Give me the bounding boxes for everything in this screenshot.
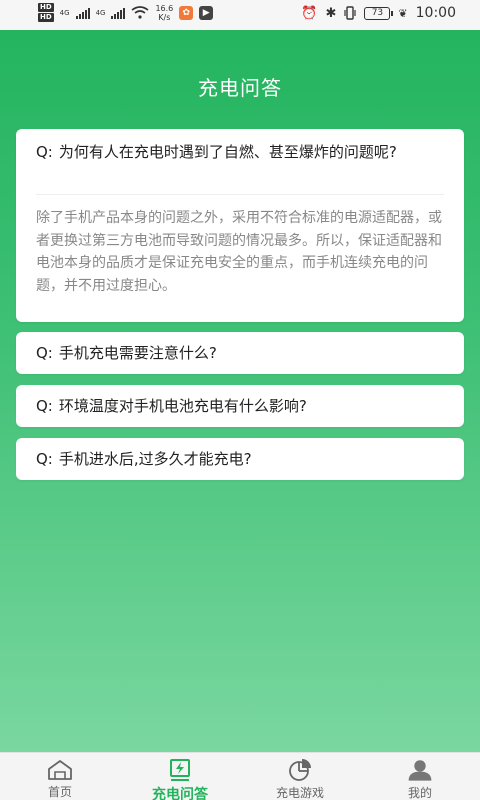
nav-label: 我的 <box>407 786 432 800</box>
faq-question[interactable]: Q: 手机充电需要注意什么? <box>16 332 464 374</box>
faq-card[interactable]: Q: 手机充电需要注意什么? <box>16 332 464 374</box>
charge-qa-icon <box>167 758 193 782</box>
status-bar: HD HD 4G 4G 16.6 K/s ✿ ▶ ⏰ ✱ 73 ❦ 10:00 <box>0 0 480 30</box>
network-type-2: 4G <box>95 8 106 17</box>
hd-bottom-label: HD <box>38 13 54 22</box>
question-prefix: Q: <box>36 397 53 415</box>
nav-item-charge-qa[interactable]: 充电问答 <box>120 753 240 800</box>
question-prefix: Q: <box>36 344 53 362</box>
bottom-nav: 首页 充电问答 充电游戏 我的 <box>0 752 480 800</box>
app-background <box>0 0 480 752</box>
app-notification-icon: ✿ <box>179 5 194 20</box>
question-text: 手机充电需要注意什么? <box>58 344 217 362</box>
battery-icon: 73 <box>364 6 394 20</box>
network-type-1: 4G <box>59 8 70 17</box>
pie-chart-icon <box>287 758 313 782</box>
nav-item-mine[interactable]: 我的 <box>360 753 480 800</box>
clock: 10:00 <box>415 5 456 21</box>
question-text: 手机进水后,过多久才能充电? <box>58 450 252 468</box>
faq-question[interactable]: Q: 手机进水后,过多久才能充电? <box>16 438 464 480</box>
signal-icon-2 <box>111 7 126 19</box>
wifi-icon <box>131 6 149 19</box>
user-icon <box>407 758 433 782</box>
nav-label: 首页 <box>47 785 72 799</box>
question-text: 环境温度对手机电池充电有什么影响? <box>58 397 307 415</box>
faq-question[interactable]: Q: 环境温度对手机电池充电有什么影响? <box>16 385 464 427</box>
bluetooth-icon: ✱ <box>325 5 337 21</box>
video-app-icon: ▶ <box>199 5 214 20</box>
battery-level: 73 <box>371 8 384 18</box>
faq-answer: 除了手机产品本身的问题之外，采用不符合标准的电源适配器，或者更换过第三方电池而导… <box>36 210 442 294</box>
signal-icon-1 <box>75 7 90 19</box>
nav-label: 充电游戏 <box>275 786 324 800</box>
faq-card[interactable]: Q: 手机进水后,过多久才能充电? <box>16 438 464 480</box>
nav-label: 充电问答 <box>152 787 208 800</box>
question-prefix: Q: <box>36 450 53 468</box>
network-speed: 16.6 K/s <box>155 3 174 22</box>
home-icon <box>47 758 73 781</box>
faq-question[interactable]: Q: 为何有人在充电时遇到了自燃、甚至爆炸的问题呢? <box>16 129 464 164</box>
page-title: 充电问答 <box>198 76 282 100</box>
hd-indicator: HD HD <box>38 3 54 22</box>
nav-item-home[interactable]: 首页 <box>0 753 120 800</box>
nav-item-charge-game[interactable]: 充电游戏 <box>240 753 360 800</box>
question-text: 为何有人在充电时遇到了自燃、甚至爆炸的问题呢? <box>58 143 397 161</box>
question-prefix: Q: <box>36 143 53 161</box>
faq-card[interactable]: Q: 环境温度对手机电池充电有什么影响? <box>16 385 464 427</box>
divider <box>36 194 444 195</box>
alarm-icon: ⏰ <box>301 5 318 21</box>
faq-card-expanded[interactable]: Q: 为何有人在充电时遇到了自燃、甚至爆炸的问题呢? 除了手机产品本身的问题之外… <box>16 129 464 322</box>
hd-top-label: HD <box>38 3 54 12</box>
vibrate-icon <box>344 6 357 20</box>
leaf-icon: ❦ <box>398 6 408 20</box>
